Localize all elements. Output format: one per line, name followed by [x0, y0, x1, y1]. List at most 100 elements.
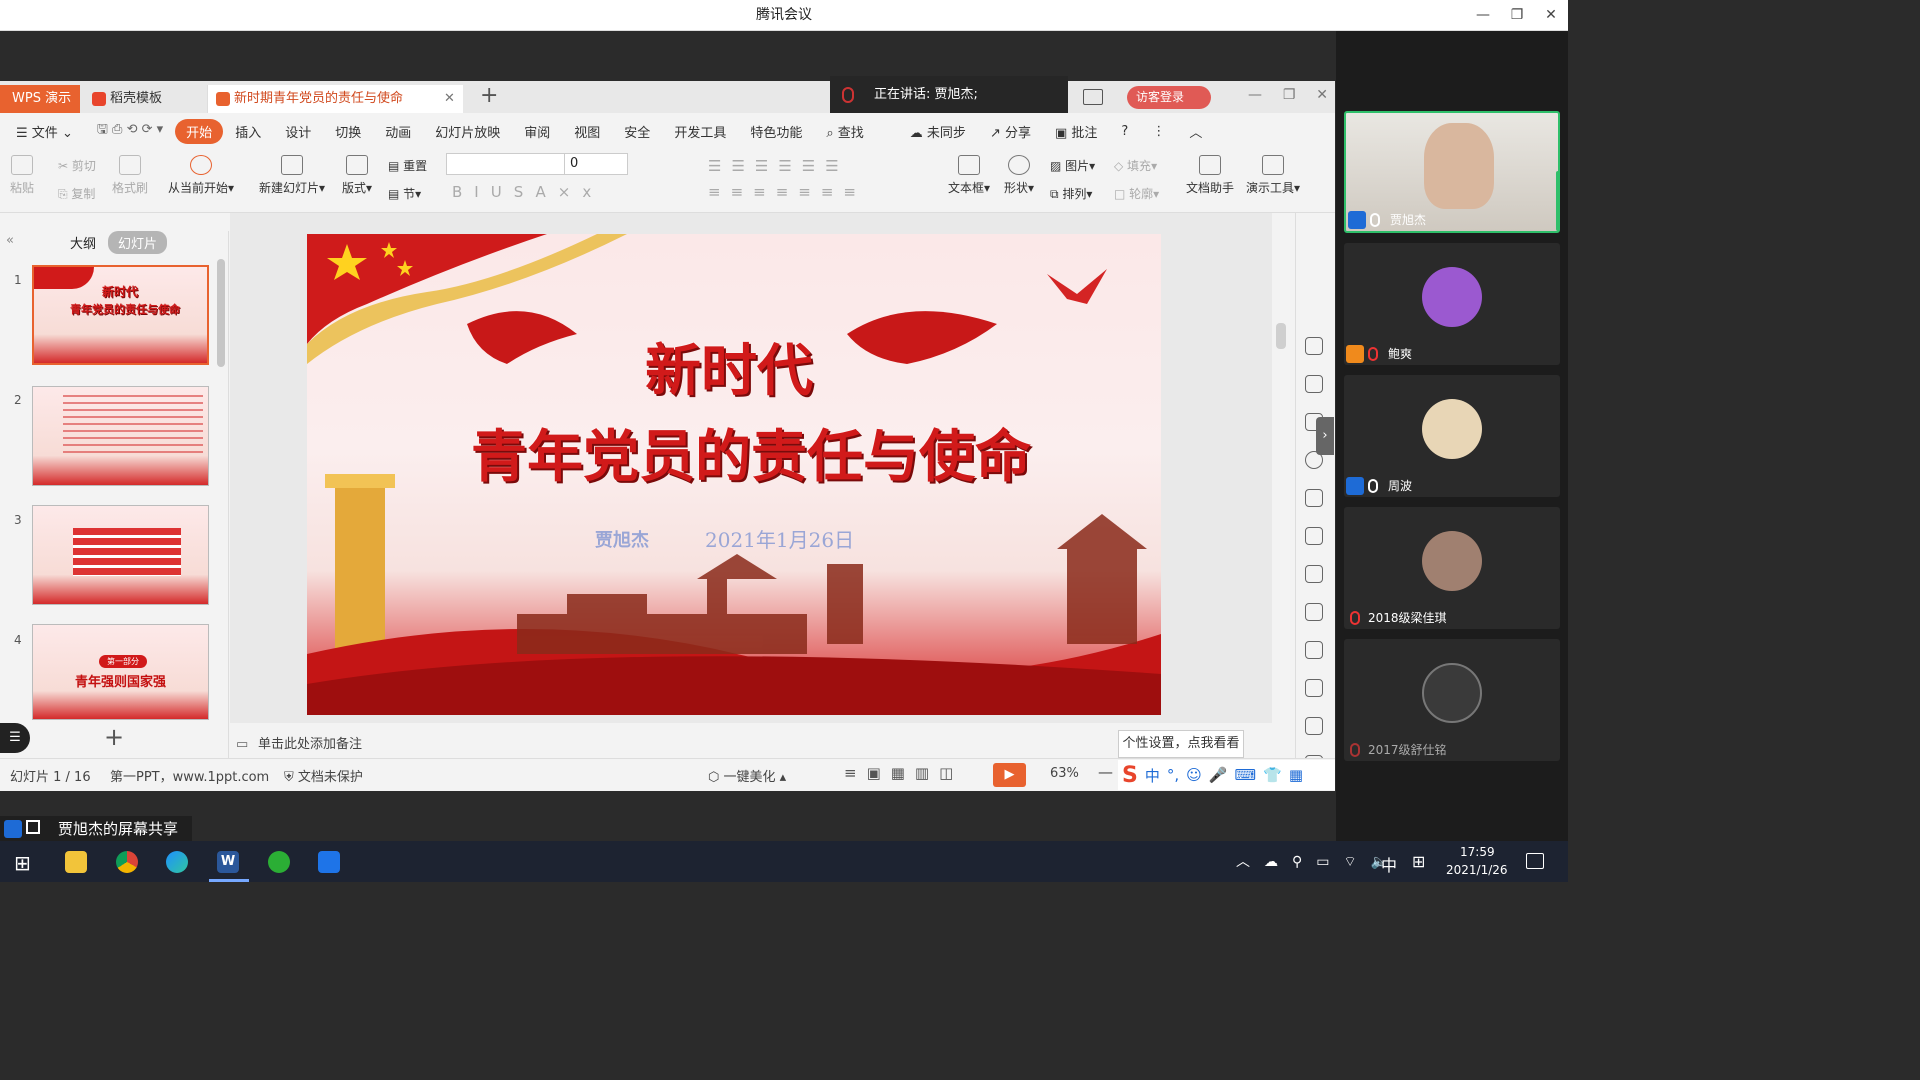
ime-mode-icon[interactable]: ⊞ — [1412, 852, 1425, 871]
paste-button[interactable]: 粘贴 — [10, 155, 34, 196]
menu-item-insert[interactable]: 插入 — [223, 122, 273, 141]
picture-button[interactable]: ▨ 图片▾ — [1050, 157, 1095, 174]
help-icon[interactable]: ? — [1109, 124, 1140, 139]
new-tab-icon[interactable]: + — [480, 83, 498, 108]
menu-list-icon[interactable]: ☰ — [0, 723, 30, 753]
export-icon[interactable] — [1305, 679, 1323, 697]
menu-item-animation[interactable]: 动画 — [373, 122, 423, 141]
align-buttons[interactable]: ≡≡≡≡≡≡≡ — [708, 183, 866, 201]
menu-file[interactable]: ☰ 文件 ⌄ — [0, 122, 85, 141]
menu-item-security[interactable]: 安全 — [612, 122, 662, 141]
wps-restore-icon[interactable]: ❐ — [1283, 87, 1296, 103]
sync-button[interactable]: ☁ 未同步 — [898, 122, 978, 141]
participant-tile[interactable]: 周波 — [1344, 375, 1560, 497]
slide-main[interactable]: 新时代 青年党员的责任与使命 贾旭杰 2021年1月26日 — [307, 234, 1161, 715]
copy-shape-icon[interactable] — [1305, 375, 1323, 393]
archive-icon[interactable] — [1305, 717, 1323, 735]
present-tools-button[interactable]: 演示工具▾ — [1246, 155, 1300, 196]
ime-indicator[interactable]: 中 — [1381, 852, 1397, 876]
font-family-select[interactable] — [446, 153, 566, 175]
wps-minimize-icon[interactable]: — — [1248, 87, 1262, 103]
quick-access-icons[interactable]: 🖫 ⎙ ⟲ ⟳ ▾ — [85, 120, 175, 142]
comment-button[interactable]: ▣ 批注 — [1043, 122, 1109, 141]
paragraph-buttons[interactable]: ☰☰☰☰☰☰ — [708, 157, 849, 175]
word-icon[interactable]: W — [217, 851, 239, 873]
tencent-meeting-icon[interactable] — [318, 851, 340, 873]
layout-button[interactable]: 版式▾ — [342, 155, 372, 196]
wps-close-icon[interactable]: ✕ — [1316, 87, 1328, 103]
copy-button[interactable]: ⎘ 复制 — [58, 185, 95, 202]
chart-icon[interactable] — [1305, 565, 1323, 583]
slideshow-play-button[interactable]: ▶ — [993, 763, 1026, 787]
tab-document[interactable]: 新时期青年党员的责任与使命 ✕ — [207, 85, 463, 113]
tab-template[interactable]: 稻壳模板 — [84, 85, 202, 113]
zoom-level[interactable]: 63% — [1050, 766, 1079, 781]
panel-scrollbar[interactable] — [217, 259, 225, 367]
format-painter-button[interactable]: 格式刷 — [112, 155, 148, 196]
menu-item-features[interactable]: 特色功能 — [738, 122, 814, 141]
pin-icon[interactable] — [1305, 337, 1323, 355]
textbox-button[interactable]: 文本框▾ — [948, 155, 990, 196]
fill-button[interactable]: ◇ 填充▾ — [1114, 157, 1157, 174]
slide-thumb-2[interactable] — [32, 386, 209, 486]
login-button[interactable]: 访客登录 — [1127, 86, 1211, 109]
menu-item-start[interactable]: 开始 — [175, 118, 224, 144]
canvas-scrollbar[interactable] — [1276, 323, 1286, 349]
layout-icon[interactable] — [1083, 89, 1103, 105]
play-from-current-button[interactable]: 从当前开始▾ — [168, 155, 234, 196]
protect-status[interactable]: ⛨ 文档未保护 — [284, 766, 363, 785]
minimize-button[interactable]: — — [1466, 0, 1500, 31]
font-style-buttons[interactable]: BIUSA×x — [452, 183, 603, 201]
ime-toolbar[interactable]: S 中 °, ☺ 🎤 ⌨ 👕 ▦ — [1118, 760, 1335, 790]
participant-tile[interactable]: 2018级梁佳琪 — [1344, 507, 1560, 629]
collapse-panel-icon[interactable]: « — [6, 233, 14, 248]
slide-thumb-4[interactable]: 第一部分 青年强则国家强 — [32, 624, 209, 720]
participant-tile[interactable]: 贾旭杰 — [1344, 111, 1560, 233]
clock-date[interactable]: 2021/1/26 — [1446, 863, 1508, 877]
new-slide-button[interactable]: 新建幻灯片▾ — [259, 155, 325, 196]
cut-button[interactable]: ✂ 剪切 — [58, 157, 96, 174]
add-slide-icon[interactable]: + — [104, 723, 124, 751]
tab-outline[interactable]: 大纲 — [70, 233, 96, 252]
chrome-icon[interactable] — [116, 851, 138, 873]
search-button[interactable]: ⌕ 查找 — [814, 122, 875, 141]
shape-button[interactable]: 形状▾ — [1004, 155, 1034, 196]
menu-item-review[interactable]: 审阅 — [512, 122, 562, 141]
zoom-out-icon[interactable]: — — [1098, 763, 1113, 781]
close-button[interactable]: ✕ — [1534, 0, 1568, 31]
system-tray-icons[interactable]: ︿☁⚲▭⌔🔈 — [1236, 851, 1402, 871]
menu-item-design[interactable]: 设计 — [273, 122, 323, 141]
style-icon[interactable] — [1305, 489, 1323, 507]
settings-sliders-icon[interactable] — [1305, 603, 1323, 621]
file-explorer-icon[interactable] — [65, 851, 87, 873]
notification-icon[interactable] — [1526, 853, 1544, 869]
menu-item-developer[interactable]: 开发工具 — [662, 122, 738, 141]
grid-icon[interactable] — [1305, 527, 1323, 545]
outline-button[interactable]: □ 轮廓▾ — [1114, 185, 1159, 202]
arrange-button[interactable]: ⧉ 排列▾ — [1050, 185, 1092, 202]
document-icon[interactable] — [1305, 641, 1323, 659]
view-mode-buttons[interactable]: ≡▣▦▥◫ — [844, 764, 963, 782]
beautify-button[interactable]: ⬡ 一键美化 ▴ — [708, 766, 786, 785]
share-button[interactable]: ↗ 分享 — [978, 122, 1043, 141]
menu-item-slideshow[interactable]: 幻灯片放映 — [423, 122, 512, 141]
edge-icon[interactable] — [166, 851, 188, 873]
expand-rail-button[interactable]: › — [1316, 417, 1334, 455]
more-icon[interactable]: ⋮ — [1140, 124, 1177, 139]
windows-start-icon[interactable]: ⊞ — [14, 851, 31, 875]
clock-time[interactable]: 17:59 — [1460, 845, 1495, 859]
section-button[interactable]: ▤ 节▾ — [388, 185, 421, 202]
restore-button[interactable]: ❐ — [1500, 0, 1534, 31]
participant-tile[interactable]: 鲍爽 — [1344, 243, 1560, 365]
doc-assistant-button[interactable]: 文档助手 — [1186, 155, 1234, 196]
font-size-select[interactable]: 0 — [564, 153, 628, 175]
tab-slides[interactable]: 幻灯片 — [108, 231, 168, 254]
wechat-icon[interactable] — [268, 851, 290, 873]
close-tab-icon[interactable]: ✕ — [444, 85, 455, 113]
menu-item-view[interactable]: 视图 — [562, 122, 612, 141]
slide-thumb-3[interactable] — [32, 505, 209, 605]
collapse-ribbon-icon[interactable]: ︿ — [1177, 122, 1214, 141]
participant-tile[interactable]: 2017级舒仕铭 — [1344, 639, 1560, 761]
slide-thumb-1[interactable]: 新时代 青年党员的责任与使命 — [32, 265, 209, 365]
menu-item-transition[interactable]: 切换 — [323, 122, 373, 141]
